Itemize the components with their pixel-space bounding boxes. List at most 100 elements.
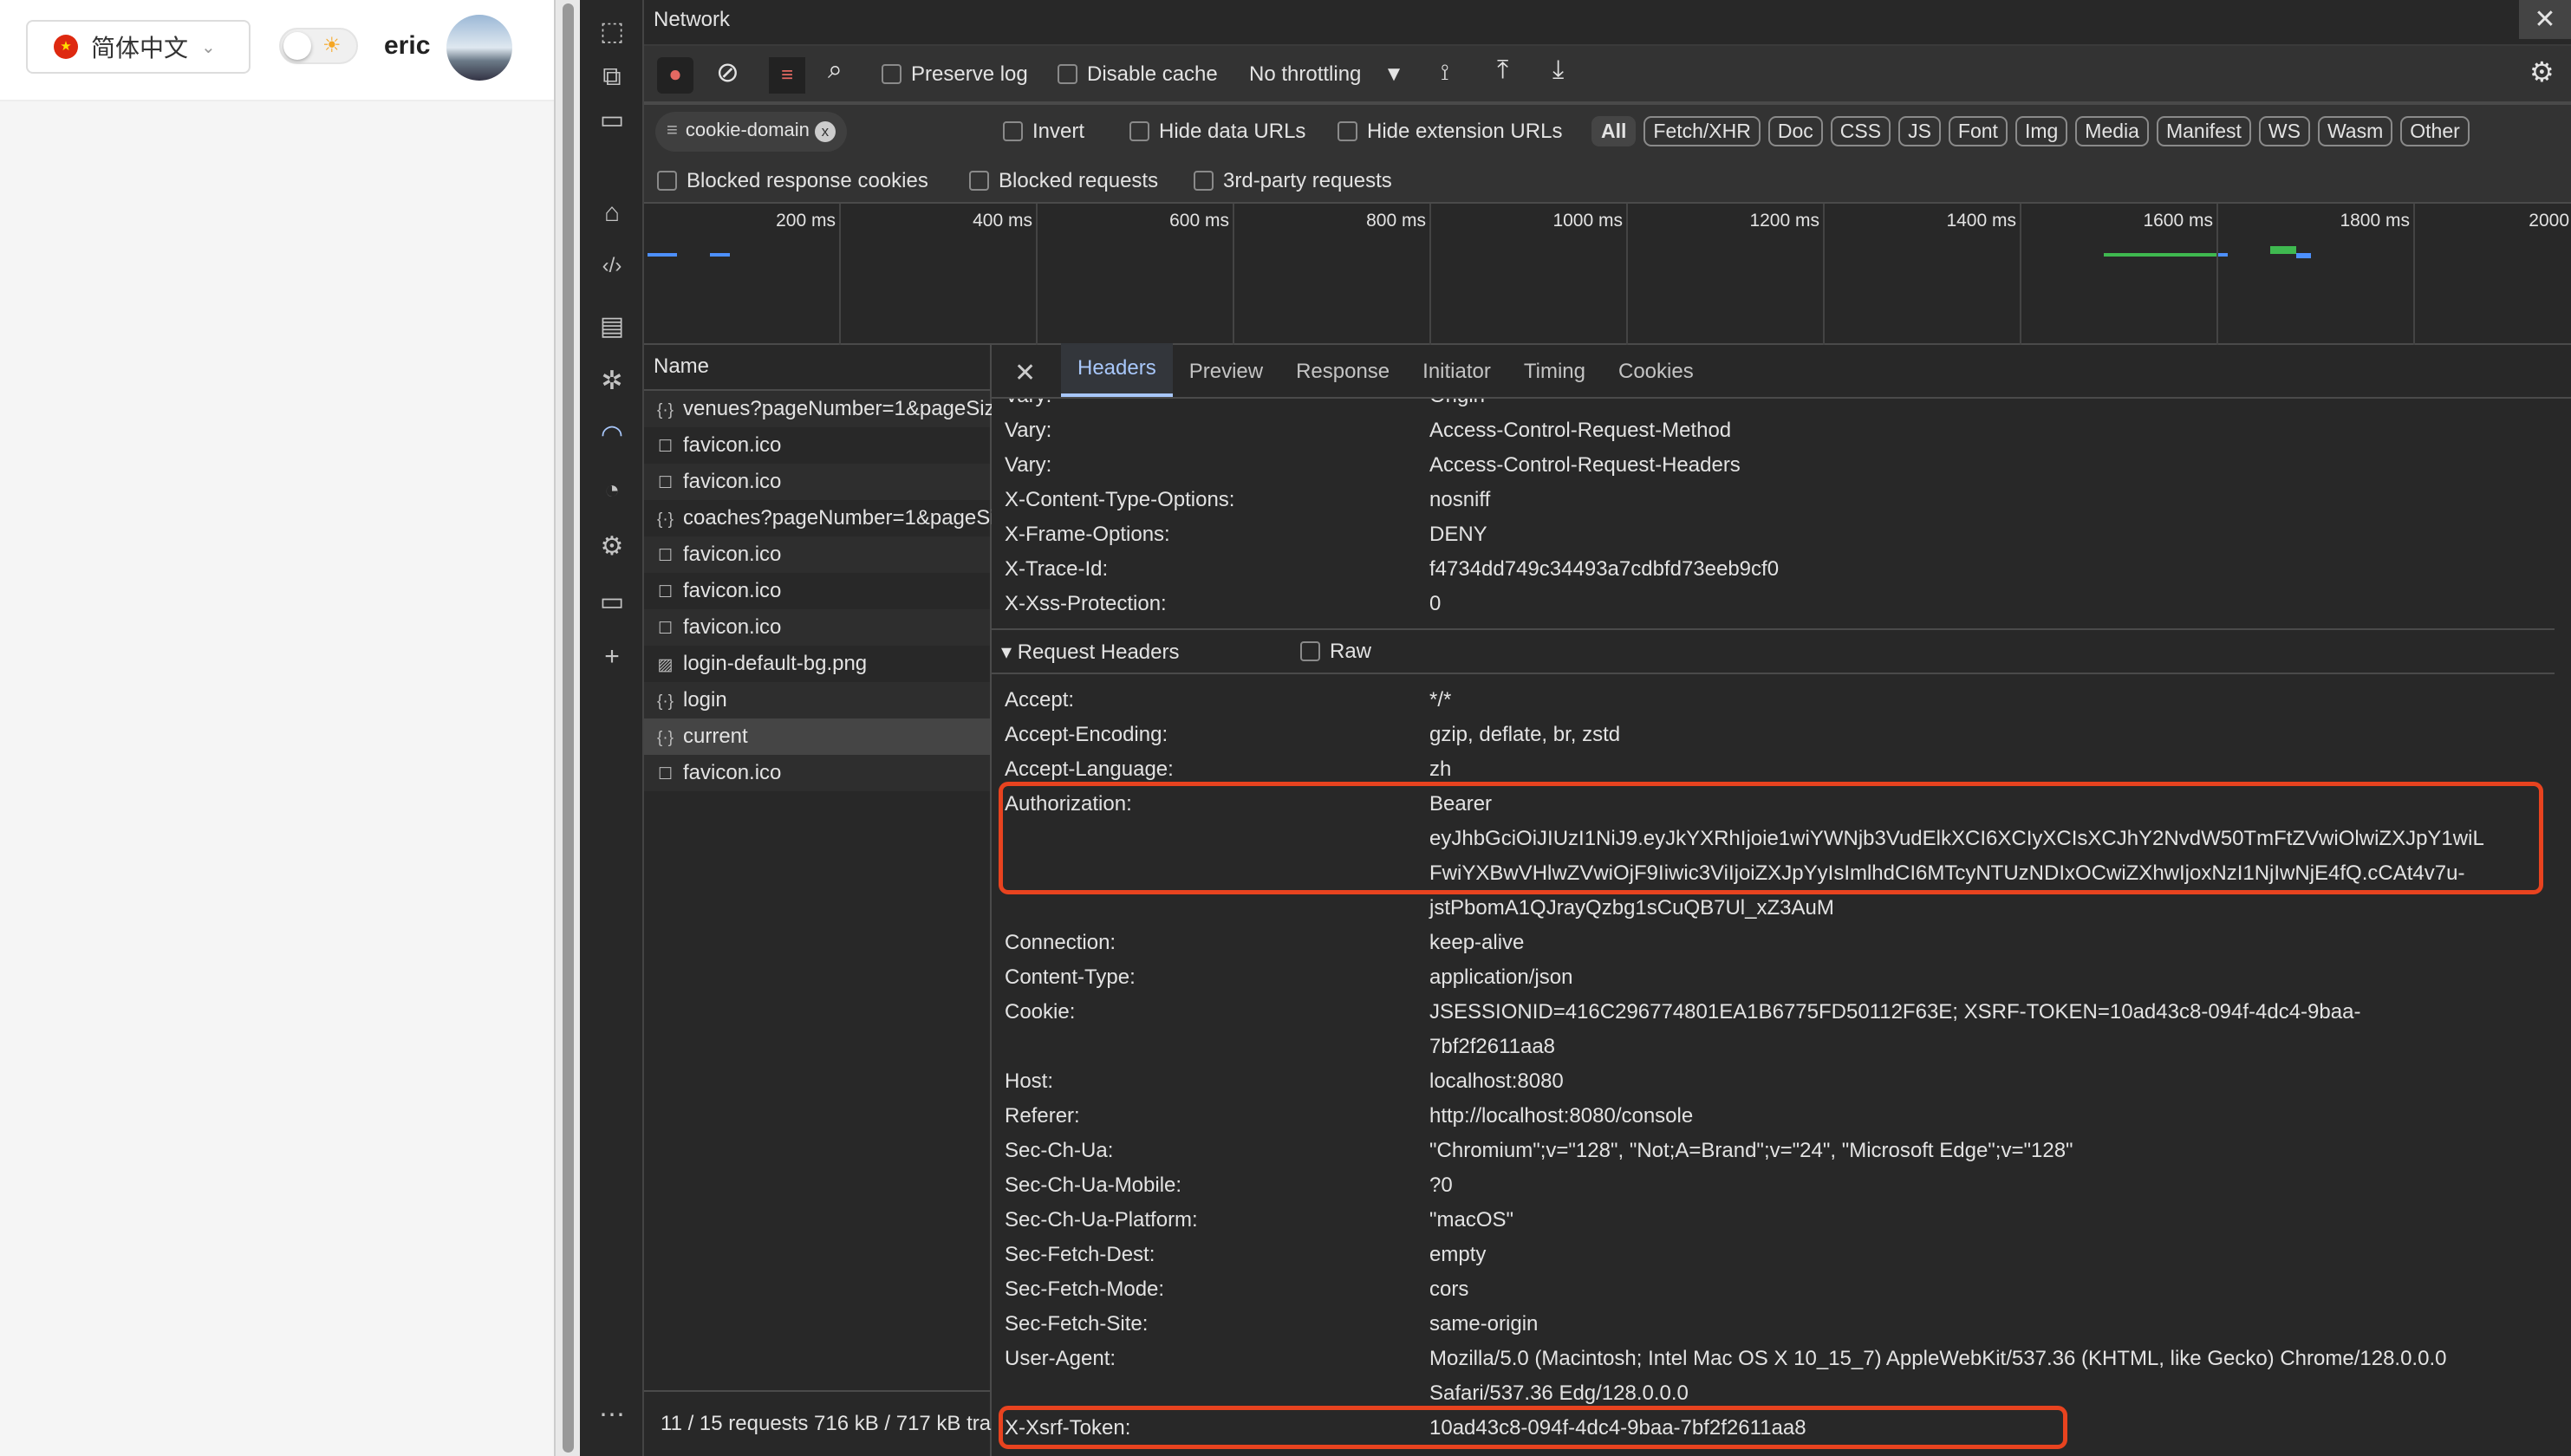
- throttling-select[interactable]: No throttling ▼: [1249, 62, 1404, 87]
- settings-gear-icon[interactable]: ⚙: [2529, 55, 2555, 88]
- network-icon[interactable]: ◠: [596, 419, 628, 450]
- avatar[interactable]: [446, 15, 512, 81]
- request-row[interactable]: ☐ favicon.ico: [644, 536, 990, 573]
- xsrf-token-highlight: [999, 1406, 2067, 1449]
- performance-icon[interactable]: ◔: [596, 476, 628, 505]
- header-value: Mozilla/5.0 (Macintosh; Intel Mac OS X 1…: [1429, 1347, 2447, 1370]
- name-column-header[interactable]: Name: [644, 345, 990, 391]
- type-filter-doc[interactable]: Doc: [1767, 116, 1823, 146]
- response-header-row: X-Content-Type-Options: nosniff: [992, 483, 2571, 517]
- request-header-row: Sec-Ch-Ua-Mobile: ?0: [992, 1168, 2571, 1203]
- header-name: Connection:: [1005, 931, 1116, 954]
- header-value-column: nosniff: [1429, 483, 2554, 517]
- more-icon[interactable]: ⋯: [596, 1400, 628, 1430]
- header-name: Cookie:: [1005, 1000, 1076, 1024]
- header-value-column: Mozilla/5.0 (Macintosh; Intel Mac OS X 1…: [1429, 1342, 2554, 1411]
- tab-headers[interactable]: Headers: [1061, 343, 1173, 397]
- clear-icon[interactable]: ⊘: [716, 55, 739, 88]
- filter-input[interactable]: ≡ cookie-domain x: [655, 112, 847, 152]
- page-scrollbar[interactable]: [554, 0, 580, 1456]
- request-header-row: User-Agent: Mozilla/5.0 (Macintosh; Intel…: [992, 1342, 2571, 1411]
- request-row[interactable]: {·} venues?pageNumber=1&pageSize=10: [644, 391, 1042, 427]
- request-row[interactable]: {·} coaches?pageNumber=1&pageSize=10: [644, 500, 1052, 536]
- preserve-log-checkbox[interactable]: Preserve log: [882, 62, 1028, 87]
- request-row[interactable]: ☐ favicon.ico: [644, 609, 990, 646]
- network-conditions-icon[interactable]: ⟟: [1441, 59, 1449, 87]
- close-details-icon[interactable]: ✕: [1014, 358, 1036, 388]
- request-row[interactable]: {·} login: [644, 682, 990, 718]
- inspect-icon[interactable]: ⬚: [596, 16, 628, 47]
- timeline-tick-label: 1800 ms: [2340, 211, 2410, 231]
- request-row[interactable]: ▨ login-default-bg.png: [644, 646, 990, 682]
- timeline-tick: 1200 ms: [1749, 204, 1825, 345]
- disable-cache-checkbox[interactable]: Disable cache: [1058, 62, 1218, 87]
- type-filter-media[interactable]: Media: [2075, 116, 2149, 146]
- header-value: Access-Control-Request-Headers: [1429, 453, 1741, 477]
- type-filter-js[interactable]: JS: [1898, 116, 1941, 146]
- export-har-icon[interactable]: ⤓: [1552, 55, 1564, 85]
- record-stop-icon[interactable]: ⏺: [657, 57, 693, 94]
- timeline-tick: 1600 ms: [2143, 204, 2218, 345]
- type-filter-manifest[interactable]: Manifest: [2156, 116, 2251, 146]
- memory-icon[interactable]: ⚙: [596, 531, 628, 562]
- filter-clear-icon[interactable]: ≡: [769, 57, 805, 94]
- type-filter-css[interactable]: CSS: [1830, 116, 1891, 146]
- request-header-row: Cookie: JSESSIONID=416C296774801EA1B6775F…: [992, 995, 2571, 1064]
- network-timeline-overview[interactable]: 200 ms 400 ms 600 ms 800 ms 1000 ms 1200 ms 14…: [644, 204, 2571, 345]
- timeline-tick-label: 1200 ms: [1749, 211, 1819, 231]
- tab-initiator[interactable]: Initiator: [1406, 360, 1507, 397]
- code-icon[interactable]: ‹/›: [596, 254, 628, 278]
- header-name: X-Trace-Id:: [1005, 557, 1109, 581]
- raw-checkbox[interactable]: Raw: [1300, 640, 1371, 664]
- import-har-icon[interactable]: ⤒: [1497, 55, 1508, 85]
- tab-preview[interactable]: Preview: [1173, 360, 1279, 397]
- type-filter-font[interactable]: Font: [1948, 116, 2008, 146]
- header-value: */*: [1429, 688, 1452, 712]
- request-row[interactable]: ☐ favicon.ico: [644, 573, 990, 609]
- close-icon[interactable]: ✕: [2519, 0, 2571, 39]
- add-panel-icon[interactable]: +: [596, 642, 628, 672]
- type-filter-fetch-xhr[interactable]: Fetch/XHR: [1643, 116, 1761, 146]
- timeline-tick: 1400 ms: [1946, 204, 2021, 345]
- language-select[interactable]: ★ 简体中文 ⌄: [26, 20, 251, 74]
- request-headers-section[interactable]: ▾ Request Headers Raw: [992, 628, 2555, 674]
- authorization-highlight: [999, 782, 2543, 894]
- tab-timing[interactable]: Timing: [1507, 360, 1602, 397]
- application-icon[interactable]: ▭: [596, 587, 628, 617]
- doc-icon: ☐: [657, 547, 674, 565]
- elements-panel-icon[interactable]: ▭: [596, 105, 628, 135]
- console-icon[interactable]: ▤: [596, 311, 628, 341]
- type-filter-wasm[interactable]: Wasm: [2317, 116, 2393, 146]
- device-toolbar-icon[interactable]: ⧉: [596, 62, 628, 92]
- blocked-requests-checkbox[interactable]: Blocked requests: [969, 169, 1158, 193]
- type-filter-img[interactable]: Img: [2014, 116, 2068, 146]
- request-row[interactable]: ☐ favicon.ico: [644, 427, 990, 464]
- theme-toggle[interactable]: ☀: [279, 28, 358, 64]
- tab-cookies[interactable]: Cookies: [1602, 360, 1710, 397]
- blocked-response-cookies-checkbox[interactable]: Blocked response cookies: [657, 169, 928, 193]
- third-party-requests-checkbox[interactable]: 3rd-party requests: [1194, 169, 1392, 193]
- request-name: current: [683, 725, 748, 748]
- request-row[interactable]: ☐ favicon.ico: [644, 755, 990, 791]
- tab-response[interactable]: Response: [1279, 360, 1406, 397]
- hide-extension-urls-checkbox[interactable]: Hide extension URLs: [1338, 120, 1562, 144]
- header-value-column: ?0: [1429, 1168, 2554, 1203]
- hide-data-urls-checkbox[interactable]: Hide data URLs: [1129, 120, 1305, 144]
- request-headers-toggle[interactable]: ▾: [1001, 640, 1018, 664]
- header-value: 0: [1429, 592, 1442, 615]
- request-row[interactable]: {·} current: [644, 718, 990, 755]
- home-icon[interactable]: ⌂: [596, 198, 628, 228]
- request-headers-title: Request Headers: [1017, 640, 1180, 664]
- type-filter-other[interactable]: Other: [2400, 116, 2470, 146]
- timeline-tick: 800 ms: [1366, 204, 1431, 345]
- response-header-row: X-Xss-Protection: 0: [992, 587, 2571, 621]
- type-filter-all[interactable]: All: [1591, 116, 1637, 146]
- filter-bar: ≡ cookie-domain x Invert Hide data URLs Hi…: [644, 105, 2571, 204]
- request-row[interactable]: ☐ favicon.ico: [644, 464, 990, 500]
- bug-icon[interactable]: ✲: [596, 366, 628, 396]
- search-icon[interactable]: ⌕: [828, 55, 843, 85]
- type-filter-ws[interactable]: WS: [2258, 116, 2310, 146]
- doc-icon: ☐: [657, 620, 674, 638]
- invert-checkbox[interactable]: Invert: [1003, 120, 1084, 144]
- clear-filter-icon[interactable]: x: [814, 121, 836, 142]
